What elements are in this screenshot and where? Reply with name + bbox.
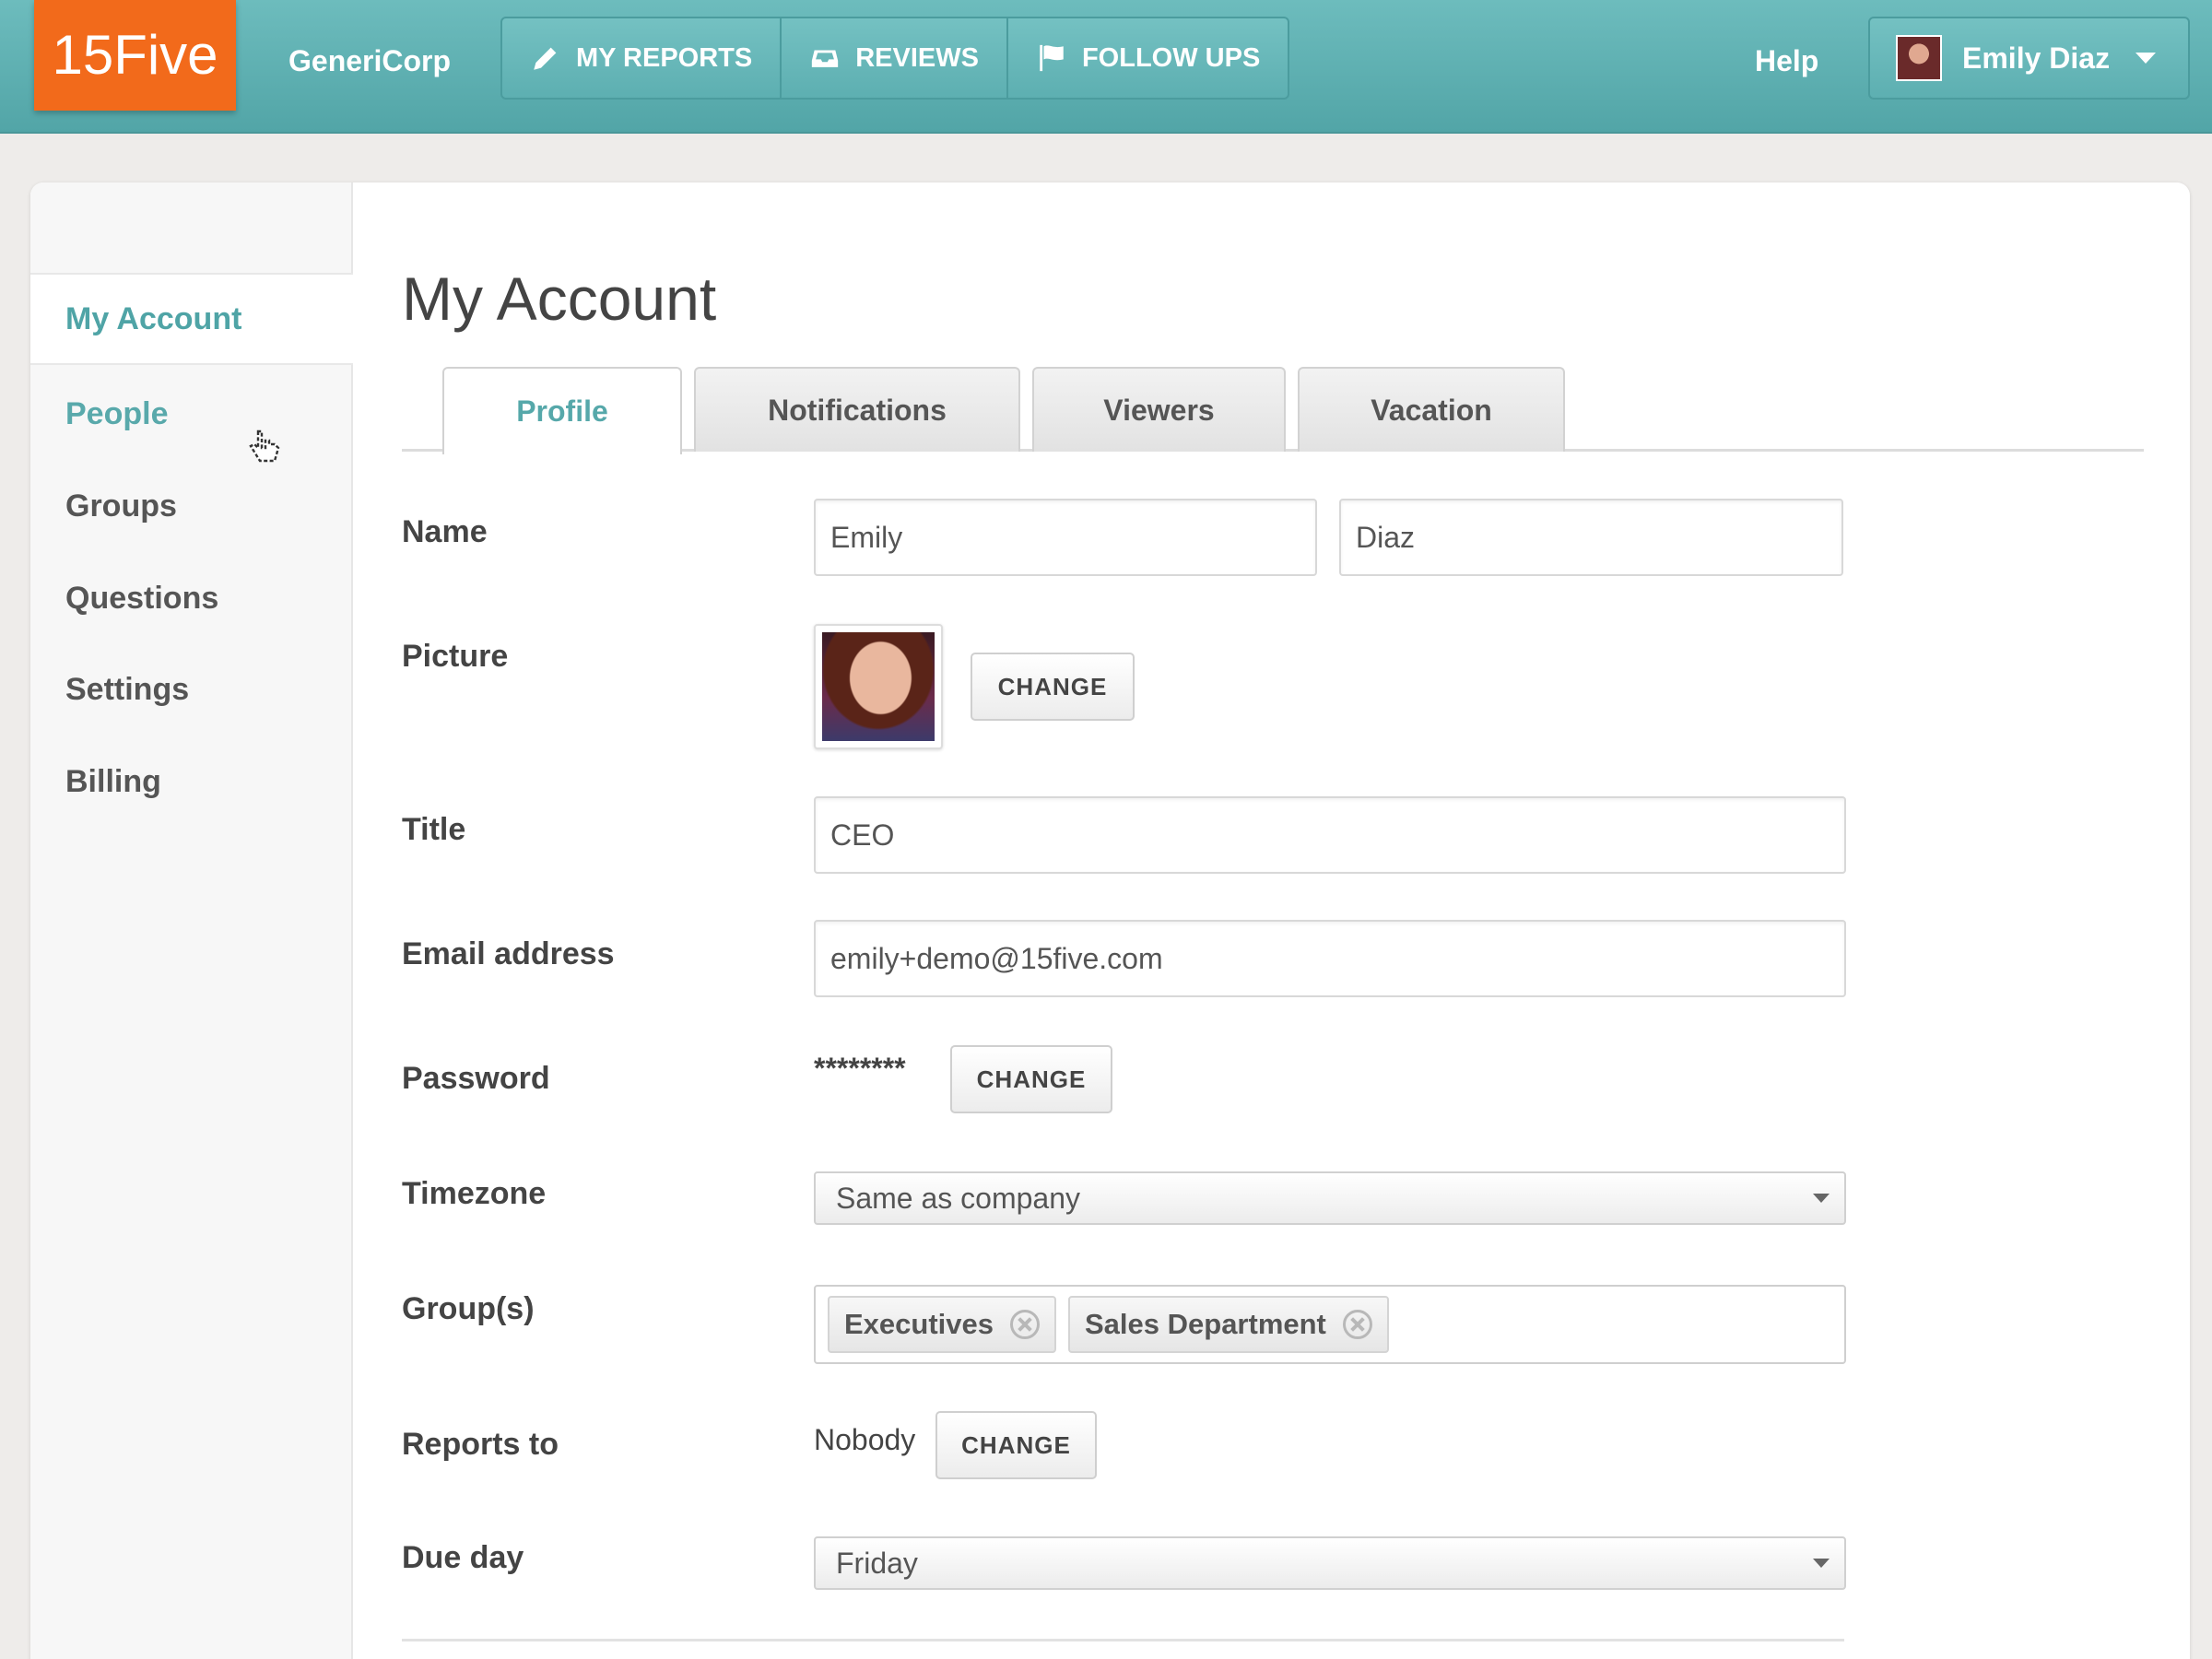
title-label: Title [402,812,466,847]
password-label: Password [402,1061,550,1096]
settings-sidebar: My Account People Groups Questions Setti… [30,182,353,1659]
form-divider [402,1639,1844,1641]
avatar [1896,35,1942,81]
sidebar-item-groups[interactable]: Groups [30,460,353,552]
company-name[interactable]: GeneriCorp [288,44,451,78]
main-nav-group: MY REPORTS REVIEWS FOLLOW UPS [500,17,1290,100]
sidebar-item-my-account[interactable]: My Account [30,273,353,365]
change-password-button[interactable]: CHANGE [950,1045,1112,1113]
password-mask: ******** [814,1052,906,1085]
nav-my-reports-button[interactable]: MY REPORTS [502,18,782,98]
remove-tag-icon[interactable] [1010,1310,1040,1339]
due-day-label: Due day [402,1540,524,1575]
page-title: My Account [402,265,717,333]
last-name-field[interactable]: Diaz [1339,499,1843,576]
sidebar-item-billing[interactable]: Billing [30,735,353,828]
flag-icon [1040,44,1064,72]
groups-tag-input[interactable]: Executives Sales Department [814,1285,1846,1364]
nav-my-reports-label: MY REPORTS [576,42,753,73]
reports-to-value: Nobody [814,1423,916,1456]
inbox-icon [812,50,839,67]
first-name-field[interactable]: Emily [814,499,1317,576]
nav-reviews-label: REVIEWS [855,42,979,73]
sidebar-item-questions[interactable]: Questions [30,552,353,644]
dropdown-arrow-icon [1813,1194,1830,1203]
nav-follow-ups-button[interactable]: FOLLOW UPS [1008,18,1288,98]
content-card: My Account People Groups Questions Setti… [30,182,2190,1659]
timezone-label: Timezone [402,1176,547,1211]
picture-label: Picture [402,639,509,674]
account-tabs: Profile Notifications Viewers Vacation [402,367,2144,454]
email-field[interactable]: emily+demo@15five.com [814,920,1846,997]
timezone-select[interactable]: Same as company [814,1171,1846,1225]
groups-label: Group(s) [402,1291,535,1326]
group-tag: Executives [828,1296,1056,1353]
change-picture-button[interactable]: CHANGE [971,653,1135,721]
hand-cursor-icon [249,429,280,463]
reports-to-label: Reports to [402,1427,559,1462]
chevron-down-icon [2136,53,2157,64]
due-day-select[interactable]: Friday [814,1536,1846,1590]
sidebar-item-settings[interactable]: Settings [30,643,353,735]
tab-profile[interactable]: Profile [442,367,682,454]
email-label: Email address [402,936,615,971]
nav-reviews-button[interactable]: REVIEWS [782,18,1008,98]
user-name: Emily Diaz [1962,41,2111,75]
name-label: Name [402,514,488,549]
profile-picture [814,624,943,749]
nav-follow-ups-label: FOLLOW UPS [1081,42,1261,73]
pencil-icon [534,47,557,70]
group-tag: Sales Department [1068,1296,1389,1353]
tab-vacation[interactable]: Vacation [1298,367,1565,452]
tab-viewers[interactable]: Viewers [1032,367,1286,452]
title-field[interactable]: CEO [814,796,1846,874]
sidebar-item-people[interactable]: People [30,368,353,460]
due-day-selected-value: Friday [836,1546,918,1580]
tab-notifications[interactable]: Notifications [694,367,1020,452]
group-tag-label: Executives [844,1308,994,1340]
remove-tag-icon[interactable] [1342,1310,1372,1339]
help-link[interactable]: Help [1755,44,1818,78]
change-reports-to-button[interactable]: CHANGE [935,1411,1097,1479]
top-navigation-bar: 15Five GeneriCorp MY REPORTS REVIEWS FOL… [0,0,2212,134]
profile-photo-image [822,632,935,741]
app-logo[interactable]: 15Five [34,0,236,111]
user-menu-dropdown[interactable]: Emily Diaz [1868,17,2190,100]
dropdown-arrow-icon [1813,1559,1830,1568]
group-tag-label: Sales Department [1085,1308,1326,1340]
timezone-selected-value: Same as company [836,1181,1081,1215]
